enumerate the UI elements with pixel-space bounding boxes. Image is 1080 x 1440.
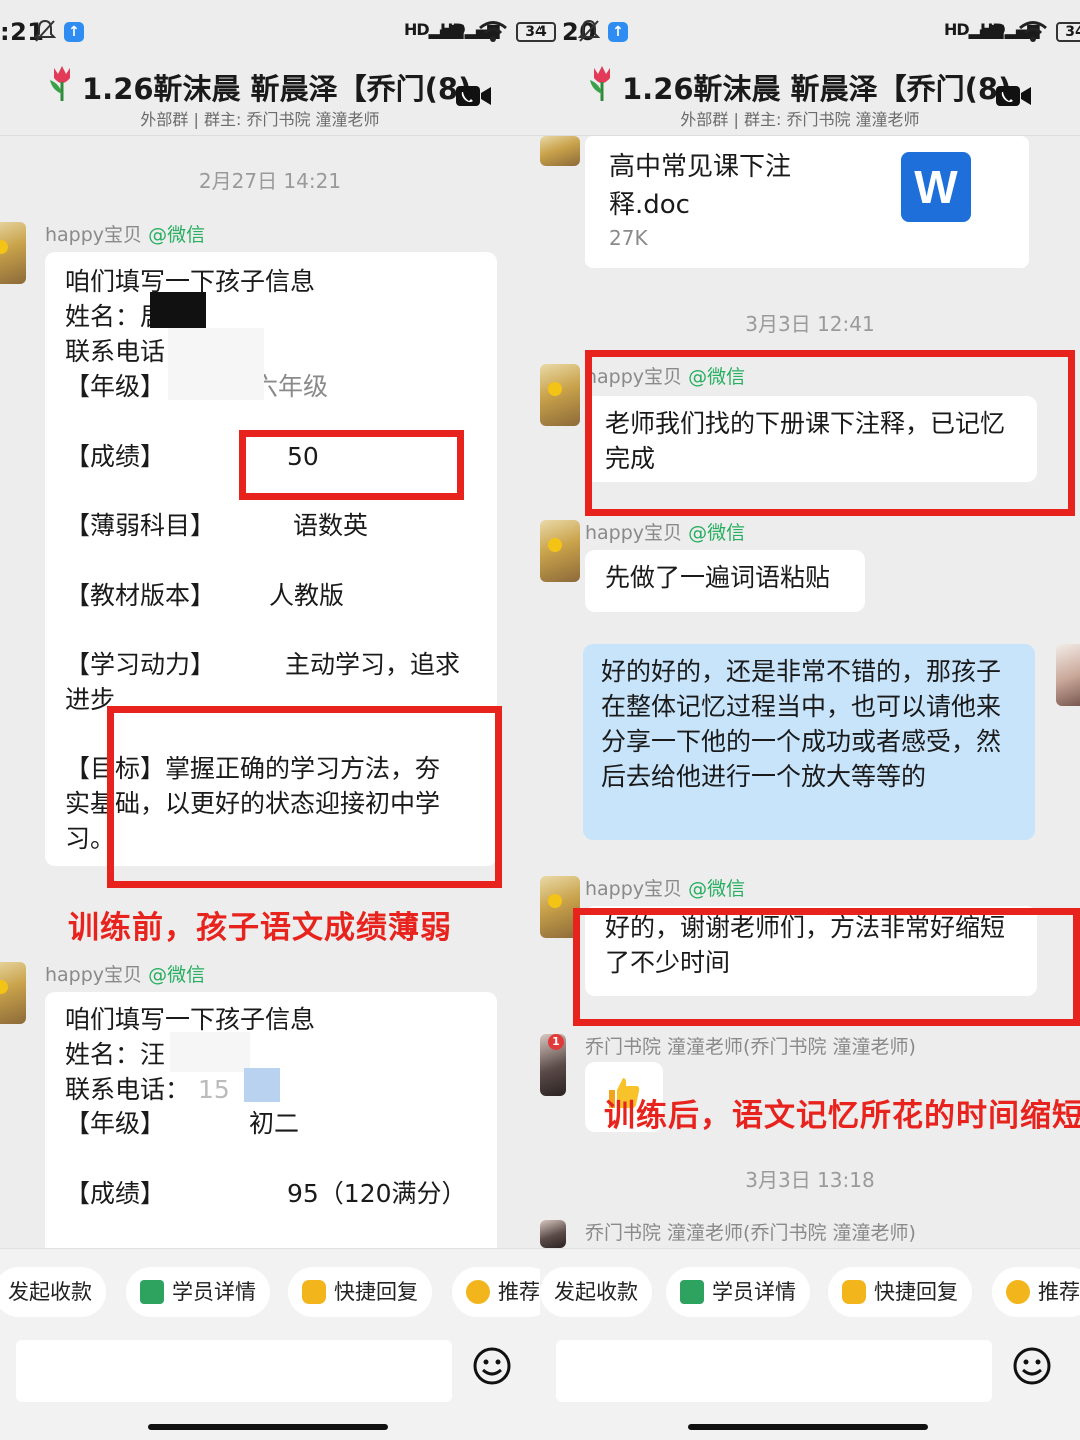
avatar[interactable] [1056,644,1080,706]
file-name: 高中常见课下注释.doc [609,152,792,220]
privacy-mask [168,328,264,400]
recommend-button[interactable]: 推荐 [452,1267,540,1317]
battery-icon: 34 [516,22,540,42]
chat-subtitle: 外部群 | 群主: 乔门书院 潼潼老师 [680,110,920,129]
chat-title[interactable]: 1.26靳沫晨 靳晨泽【乔门(8) [622,66,1011,108]
wifi-icon [1019,21,1047,42]
notification-icon: ↑ [608,22,628,42]
person-icon [680,1280,704,1304]
video-call-icon[interactable] [456,84,492,108]
motivation-label: 【学习动力】 [65,650,216,679]
person-icon [140,1280,164,1304]
student-detail-button[interactable]: 学员详情 [126,1267,270,1317]
home-indicator[interactable] [148,1424,388,1430]
file-message-card[interactable]: 高中常见课下注释.doc 27K W [585,136,1029,268]
weak-subject-label: 【薄弱科目】 [65,511,216,540]
input-bar [540,1334,1080,1440]
notification-icon: ↑ [64,22,84,42]
message-sender: happy宝贝 @微信 [45,224,206,246]
phone-label: 联系电话 [65,337,166,366]
bell-off-icon [34,19,56,42]
avatar[interactable] [0,222,26,284]
word-doc-icon: W [901,152,971,222]
message-sender: happy宝贝 @微信 [585,878,746,900]
grade-value: 六年级 [253,372,329,401]
chat-header: 1.26靳沫晨 靳晨泽【乔门(8) 外部群 | 群主: 乔门书院 潼潼老师 [0,62,540,136]
emoji-icon[interactable] [472,1346,512,1386]
message-sender: happy宝贝 @微信 [45,964,206,986]
score-highlight-box [239,430,464,500]
recommend-icon [466,1280,490,1304]
collect-payment-button[interactable]: 发起收款 [0,1267,106,1317]
status-bar: :21 ↑ HD▂▄▆ HD▂▄▆ 34 [0,0,540,62]
unread-badge: 1 [548,1034,564,1050]
home-indicator[interactable] [688,1424,928,1430]
quick-reply-button[interactable]: 快捷回复 [828,1267,972,1317]
phone-label: 联系电话： 15 [65,1075,230,1104]
quick-action-bar: 发起收款 学员详情 快捷回复 推荐 [0,1248,540,1334]
avatar[interactable] [0,962,26,1024]
grade-label: 【年级】 [65,1109,166,1138]
message-timestamp: 3月3日 13:18 [745,1168,875,1192]
emoji-icon[interactable] [1012,1346,1052,1386]
name-label: 姓名：汪 [65,1040,166,1069]
student-detail-button[interactable]: 学员详情 [666,1267,810,1317]
avatar[interactable] [540,364,580,426]
quick-action-bar: 发起收款 学员详情 快捷回复 推荐 [540,1248,1080,1334]
battery-icon: 34 [1056,22,1080,42]
battery-icon: 34 [540,22,556,42]
student-info-bubble-2[interactable]: 咱们填写一下孩子信息 姓名：汪 联系电话： 15 【年级】 初二 【成绩】 95… [45,992,497,1262]
privacy-mask [170,1032,250,1072]
score-label: 【成绩】 [65,1179,166,1208]
message-sender: 乔门书院 潼潼老师(乔门书院 潼潼老师) [585,1036,916,1058]
input-bar [0,1334,540,1440]
quick-reply-icon [842,1280,866,1304]
message-timestamp: 3月3日 12:41 [745,312,875,336]
goal-highlight-box [107,706,502,888]
privacy-mask [150,292,206,328]
recommend-button[interactable]: 推荐 [992,1267,1080,1317]
quick-reply-icon [302,1280,326,1304]
status-bar: 34 20 ↑ HD▂▄▆ HD▂▄▆ 34 [540,0,1080,62]
after-training-caption: 训练后，语文记忆所花的时间缩短 [604,1098,1080,1134]
bell-off-icon [578,19,600,42]
message-timestamp: 2月27日 14:21 [198,169,342,193]
right-chat-screenshot: 34 20 ↑ HD▂▄▆ HD▂▄▆ 34 1.26靳沫晨 靳晨泽【乔门(8)… [540,0,1080,1440]
grade-label: 【年级】 [65,372,166,401]
collect-payment-button[interactable]: 发起收款 [540,1267,652,1317]
avatar[interactable] [540,520,580,582]
textbook-value: 人教版 [269,581,345,610]
grade-value: 初二 [249,1109,300,1138]
message-text: 先做了一遍词语粘贴 [605,563,831,592]
textbook-label: 【教材版本】 [65,581,216,610]
message-text: 好的好的，还是非常不错的，那孩子在整体记忆过程当中，也可以请他来分享一下他的一个… [601,657,1002,791]
message-input[interactable] [556,1340,992,1402]
quick-reply-button[interactable]: 快捷回复 [288,1267,432,1317]
video-call-icon[interactable] [996,84,1032,108]
teacher-reply-bubble[interactable]: 好的好的，还是非常不错的，那孩子在整体记忆过程当中，也可以请他来分享一下他的一个… [583,644,1035,840]
file-size: 27K [609,226,648,250]
highlight-box [585,350,1075,516]
avatar[interactable] [540,1220,566,1248]
highlight-box [573,908,1080,1026]
message-sender: 乔门书院 潼潼老师(乔门书院 潼潼老师) [585,1222,916,1244]
wifi-icon [479,21,507,42]
tulip-icon [50,66,70,101]
score-value: 95（120满分） [287,1179,467,1208]
tulip-icon [590,66,610,101]
chat-subtitle: 外部群 | 群主: 乔门书院 潼潼老师 [140,110,380,129]
privacy-mask [244,1068,280,1102]
score-label: 【成绩】 [65,442,166,471]
message-bubble[interactable]: 先做了一遍词语粘贴 [585,550,865,612]
avatar[interactable] [540,136,580,166]
left-chat-screenshot: :21 ↑ HD▂▄▆ HD▂▄▆ 34 1.26靳沫晨 靳晨泽【乔门(8) 外… [0,0,540,1440]
message-input[interactable] [16,1340,452,1402]
chat-header: 1.26靳沫晨 靳晨泽【乔门(8) 外部群 | 群主: 乔门书院 潼潼老师 [540,62,1080,136]
motivation-value: 主动学习，追求 [285,650,461,679]
weak-subject-value: 语数英 [293,511,369,540]
message-sender: happy宝贝 @微信 [585,522,746,544]
chat-title[interactable]: 1.26靳沫晨 靳晨泽【乔门(8) [82,66,471,108]
recommend-icon [1006,1280,1030,1304]
before-training-caption: 训练前，孩子语文成绩薄弱 [68,910,452,946]
